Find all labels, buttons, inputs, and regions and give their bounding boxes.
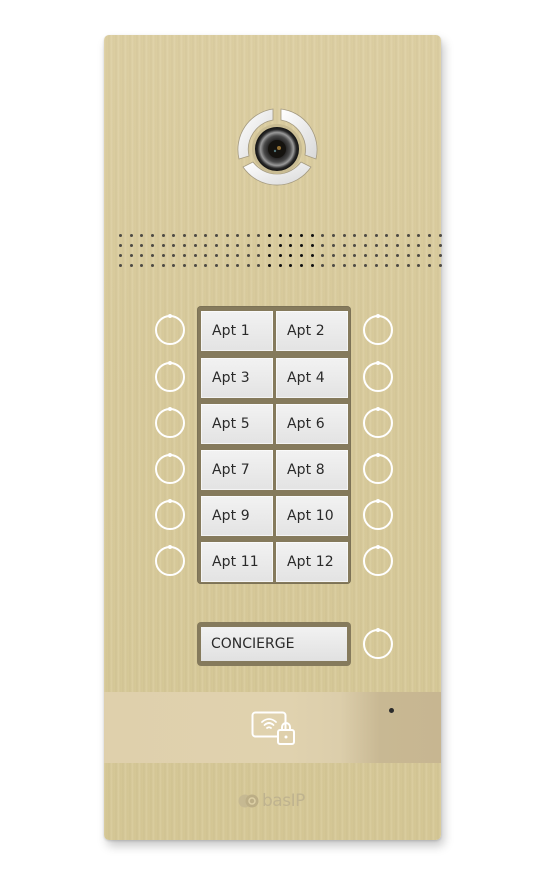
call-button-apt-2[interactable] [363, 314, 393, 345]
call-button-apt-9[interactable] [155, 499, 185, 530]
brand-name: basIP [262, 791, 305, 811]
camera-lens-icon [232, 104, 322, 194]
apt-button[interactable]: Apt 3 [201, 358, 273, 398]
concierge-button[interactable]: CONCIERGE [201, 627, 347, 661]
call-button-apt-8[interactable] [363, 453, 393, 484]
call-button-apt-4[interactable] [363, 361, 393, 392]
apt-button[interactable]: Apt 7 [201, 450, 273, 490]
apartment-button-block: Apt 1 Apt 2 Apt 3 Apt 4 Apt 5 Apt 6 Apt … [197, 306, 351, 584]
call-button-apt-12[interactable] [363, 545, 393, 576]
apt-button[interactable]: Apt 2 [276, 311, 348, 351]
apt-button[interactable]: Apt 10 [276, 496, 348, 536]
apt-button[interactable]: Apt 9 [201, 496, 273, 536]
apt-button[interactable]: Apt 6 [276, 404, 348, 444]
apt-button[interactable]: Apt 1 [201, 311, 273, 351]
basip-logo-icon [238, 794, 260, 808]
apt-button[interactable]: Apt 8 [276, 450, 348, 490]
concierge-frame: CONCIERGE [197, 622, 351, 666]
apt-button[interactable]: Apt 12 [276, 542, 348, 582]
call-button-apt-1[interactable] [155, 314, 185, 345]
brand-logo: basIP [238, 790, 305, 812]
call-button-apt-6[interactable] [363, 407, 393, 438]
call-button-concierge[interactable] [363, 628, 393, 659]
call-button-apt-3[interactable] [155, 361, 185, 392]
call-button-apt-10[interactable] [363, 499, 393, 530]
call-button-apt-5[interactable] [155, 407, 185, 438]
call-button-apt-11[interactable] [155, 545, 185, 576]
apt-button[interactable]: Apt 4 [276, 358, 348, 398]
apt-button[interactable]: Apt 5 [201, 404, 273, 444]
apt-button[interactable]: Apt 11 [201, 542, 273, 582]
status-led-icon [389, 708, 394, 713]
call-button-apt-7[interactable] [155, 453, 185, 484]
card-reader-wifi-lock-icon [251, 711, 297, 747]
